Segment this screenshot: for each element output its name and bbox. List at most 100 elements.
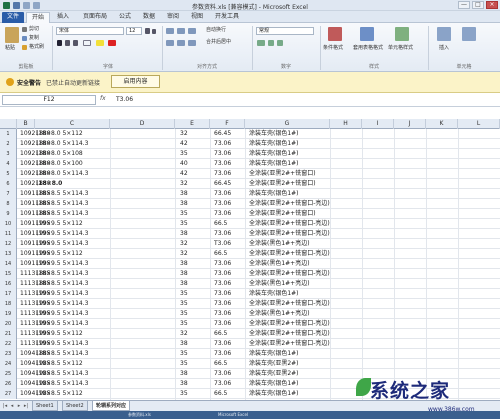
row-header[interactable]: 25 [0,369,17,379]
cut-button[interactable]: 剪切 [29,26,39,33]
cell-f[interactable]: 73.06 [214,309,231,319]
cell-c[interactable]: (19×9.5 5×112 [36,249,83,259]
table-format-button[interactable]: 套用表格格式 [352,45,384,52]
cell-e[interactable]: 38 [180,199,188,209]
cell-f[interactable]: 73.06 [214,199,231,209]
cell-e[interactable]: 38 [180,369,188,379]
percent-icon[interactable] [268,40,274,46]
cell-g[interactable]: 涂装车壳(银色1#) [249,289,299,299]
table-row[interactable]: 15 11131885 (18×8.5 5×114.3 38 73.06 全涂装(亚黑2#… [0,269,500,279]
cell-f[interactable]: 73.06 [214,229,231,239]
cell-e[interactable]: 40 [180,159,188,169]
column-header-g[interactable]: G [245,119,330,129]
grow-font-icon[interactable] [145,28,150,34]
cell-g[interactable]: 全涂装(亚黑2#+铣窗口-亮边) [249,319,330,329]
row-header[interactable]: 20 [0,319,17,329]
cell-c[interactable]: (19×9.5 5×114.3 [36,259,88,269]
cell-c[interactable]: (19×8.5 5×114.3 [36,379,88,389]
row-header[interactable]: 22 [0,339,17,349]
column-header-d[interactable]: D [110,119,175,129]
cell-g[interactable]: 全涂装(亚黑2#+铣窗口-亮边) [249,219,330,229]
cell-c[interactable]: (19×9.5 5×114.3 [36,229,88,239]
cell-c[interactable]: (18×8.0 [36,179,62,189]
cell-f[interactable]: 73.06 [214,379,231,389]
cell-c[interactable]: (19×9.5 5×114.3 [36,299,88,309]
row-header[interactable]: 2 [0,139,17,149]
cell-c[interactable]: (18×8.0 5×114.3 [36,139,88,149]
align-middle-icon[interactable] [177,28,185,34]
cell-e[interactable]: 35 [180,319,188,329]
column-header-j[interactable]: J [394,119,426,129]
prev-sheet-button[interactable]: ◂ [9,403,15,409]
row-header[interactable]: 27 [0,389,17,399]
table-row[interactable]: 23 10941885 (18×8.5 5×114.3 35 73.06 涂装车壳(银色1… [0,349,500,359]
cell-f[interactable]: 73.06 [214,159,231,169]
table-row[interactable]: 19 11131995 (19×9.5 5×114.3 35 73.06 全涂装(黑色1#… [0,309,500,319]
row-header[interactable]: 23 [0,349,17,359]
active-cell-editor[interactable]: 18×8.0 [38,180,62,187]
cell-g[interactable]: 涂装车壳(银色1#) [249,149,299,159]
table-row[interactable]: 1 10921880 (18×8.0 5×112 32 66.45 涂装车壳(银色1#) [0,129,500,139]
insert-cells-icon[interactable] [437,27,451,41]
cell-c[interactable]: (19×9.5 5×114.3 [36,289,88,299]
cell-e[interactable]: 35 [180,389,188,399]
table-row[interactable]: 24 10941985 (19×8.5 5×112 35 66.5 涂装车壳(亚黑2#) [0,359,500,369]
cell-c[interactable]: (19×9.5 5×114.3 [36,239,88,249]
column-header-i[interactable]: I [362,119,394,129]
cell-c[interactable]: (19×9.5 5×114.3 [36,309,88,319]
cell-g[interactable]: 涂装车壳(银色1#) [249,129,299,139]
sheet-tab-active[interactable]: 轮辋系列对应 [92,401,131,411]
fx-icon[interactable]: fx [100,95,106,102]
cell-f[interactable]: 73.06 [214,349,231,359]
align-bottom-icon[interactable] [188,28,196,34]
cell-f[interactable]: 73.06 [214,209,231,219]
shrink-font-icon[interactable] [152,29,156,34]
cell-c[interactable]: (19×8.5 5×112 [36,389,83,399]
tab-view[interactable]: 视图 [188,12,206,23]
row-header[interactable]: 3 [0,149,17,159]
table-row[interactable]: 6 10921880 (18×8.0 32 66.45 全涂装(亚黑2#+铣窗口) [0,179,500,189]
row-header[interactable]: 11 [0,229,17,239]
row-header[interactable]: 5 [0,169,17,179]
table-row[interactable]: 4 10921880 (18×8.0 5×100 40 73.06 涂装车壳(银色1#) [0,159,500,169]
table-row[interactable]: 21 11131995 (19×9.5 5×112 32 66.5 全涂装(亚黑2#+铣窗… [0,329,500,339]
row-header[interactable]: 10 [0,219,17,229]
cell-styles-icon[interactable] [395,27,409,41]
table-row[interactable]: 10 10911995 (19×9.5 5×112 35 66.5 全涂装(亚黑2#+铣窗… [0,219,500,229]
cell-c[interactable]: (19×9.5 5×112 [36,329,83,339]
select-all-corner[interactable] [0,119,17,129]
name-box[interactable]: F12 [2,95,96,105]
cell-e[interactable]: 38 [180,379,188,389]
align-left-icon[interactable] [166,40,174,46]
cell-f[interactable]: 66.5 [214,329,227,339]
cell-c[interactable]: (18×8.0 5×100 [36,159,83,169]
comma-icon[interactable] [277,40,283,46]
table-row[interactable]: 9 10911885 (18×8.5 5×114.3 35 73.06 全涂装(亚黑2#+… [0,209,500,219]
tab-page-layout[interactable]: 页面布局 [78,12,112,23]
row-header[interactable]: 13 [0,249,17,259]
cell-f[interactable]: 66.5 [214,359,227,369]
cell-e[interactable]: 35 [180,149,188,159]
font-color-icon[interactable] [108,40,116,46]
cell-c[interactable]: (19×9.5 5×114.3 [36,339,88,349]
format-painter-button[interactable]: 格式刷 [29,44,44,51]
cell-e[interactable]: 35 [180,359,188,369]
cell-g[interactable]: 全涂装(亚黑2#+铣窗口) [249,209,316,219]
cell-c[interactable]: (19×8.5 5×114.3 [36,369,88,379]
row-header[interactable]: 12 [0,239,17,249]
cell-f[interactable]: 66.5 [214,249,227,259]
table-row[interactable]: 14 10911995 (19×9.5 5×114.3 38 73.06 全涂装(黑色1#… [0,259,500,269]
font-name-select[interactable]: 宋体 [56,27,124,35]
merge-center-button[interactable]: 合并后居中 [206,39,231,46]
table-row[interactable]: 22 11131995 (19×9.5 5×114.3 38 73.06 全涂装(亚黑2#… [0,339,500,349]
cell-c[interactable]: (18×8.0 5×114.3 [36,169,88,179]
cell-g[interactable]: 涂装车壳(亚黑2#) [249,369,299,379]
cell-f[interactable]: 73.06 [214,319,231,329]
cell-e[interactable]: 38 [180,259,188,269]
delete-cells-icon[interactable] [462,27,476,41]
align-right-icon[interactable] [188,40,196,46]
cell-f[interactable]: 73.06 [214,269,231,279]
cell-c[interactable]: (18×8.5 5×114.3 [36,199,88,209]
row-header[interactable]: 9 [0,209,17,219]
cell-g[interactable]: 全涂装(黑色1#+亮边) [249,309,310,319]
